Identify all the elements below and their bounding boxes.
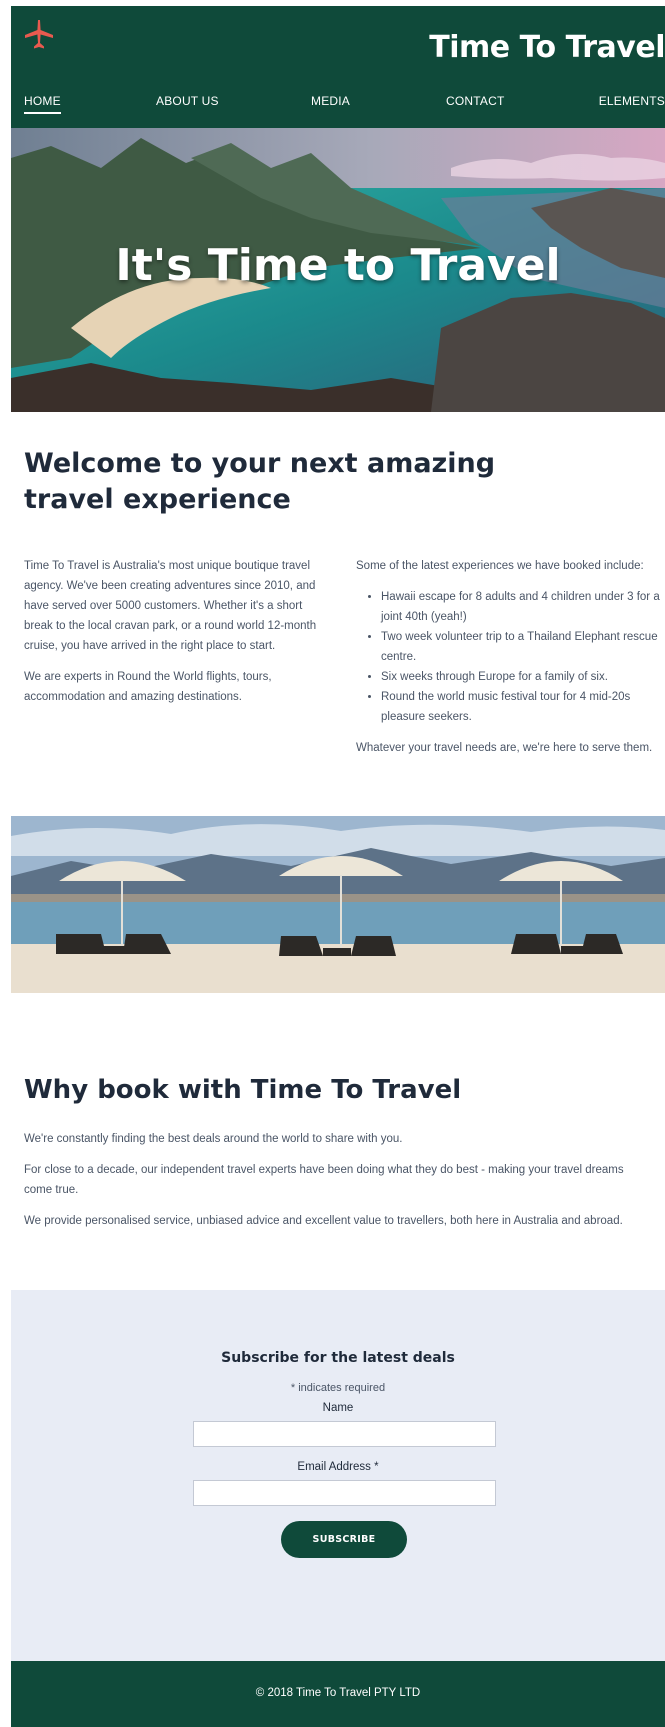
site-container: Time To Travel HOME ABOUT US MEDIA CONTA… [11, 6, 665, 1727]
experiences-list: Hawaii escape for 8 adults and 4 childre… [356, 587, 665, 727]
experiences-intro: Some of the latest experiences we have b… [356, 560, 644, 572]
hero-banner: It's Time to Travel [11, 128, 665, 412]
beach-image [11, 816, 665, 993]
email-label: Email Address * [297, 1461, 379, 1473]
welcome-paragraph: Time To Travel is Australia's most uniqu… [24, 560, 317, 652]
beach-umbrellas-image [11, 816, 665, 993]
why-paragraph: We're constantly finding the best deals … [24, 1133, 403, 1145]
site-header: Time To Travel HOME ABOUT US MEDIA CONTA… [11, 6, 665, 128]
welcome-left-column: Time To Travel is Australia's most uniqu… [24, 556, 324, 718]
nav-home[interactable]: HOME [24, 94, 61, 114]
why-paragraph: For close to a decade, our independent t… [24, 1164, 624, 1196]
nav-media[interactable]: MEDIA [311, 94, 350, 108]
why-heading: Why book with Time To Travel [24, 1075, 462, 1105]
name-label: Name [322, 1402, 354, 1414]
subscribe-heading: Subscribe for the latest deals [221, 1350, 455, 1366]
nav-about-us[interactable]: ABOUT US [156, 94, 219, 108]
airplane-icon[interactable] [23, 18, 55, 50]
list-item: Six weeks through Europe for a family of… [381, 667, 665, 687]
nav-elements[interactable]: ELEMENTS [599, 94, 665, 108]
list-item: Two week volunteer trip to a Thailand El… [381, 627, 665, 667]
why-text: We're constantly finding the best deals … [24, 1129, 654, 1242]
list-item: Hawaii escape for 8 adults and 4 childre… [381, 587, 665, 627]
list-item: Round the world music festival tour for … [381, 687, 665, 727]
copyright-text: © 2018 Time To Travel PTY LTD [255, 1687, 421, 1699]
brand-title[interactable]: Time To Travel [429, 30, 665, 65]
why-section: Why book with Time To Travel We're const… [11, 993, 665, 1290]
nav-contact[interactable]: CONTACT [446, 94, 505, 108]
why-paragraph: We provide personalised service, unbiase… [24, 1215, 623, 1227]
subscribe-section: Subscribe for the latest deals * indicat… [11, 1290, 665, 1661]
welcome-paragraph: We are experts in Round the World flight… [24, 671, 272, 703]
experiences-outro: Whatever your travel needs are, we're he… [356, 742, 653, 754]
hero-title: It's Time to Travel [115, 240, 561, 291]
welcome-section: Welcome to your next amazing travel expe… [11, 412, 665, 816]
site-footer: © 2018 Time To Travel PTY LTD [11, 1661, 665, 1727]
email-field[interactable] [193, 1480, 496, 1506]
required-note: * indicates required [290, 1382, 386, 1394]
subscribe-button[interactable]: SUBSCRIBE [281, 1521, 407, 1558]
main-nav: HOME ABOUT US MEDIA CONTACT ELEMENTS [11, 94, 665, 118]
welcome-heading: Welcome to your next amazing travel expe… [24, 448, 496, 515]
name-field[interactable] [193, 1421, 496, 1447]
welcome-right-column: Some of the latest experiences we have b… [356, 556, 665, 758]
